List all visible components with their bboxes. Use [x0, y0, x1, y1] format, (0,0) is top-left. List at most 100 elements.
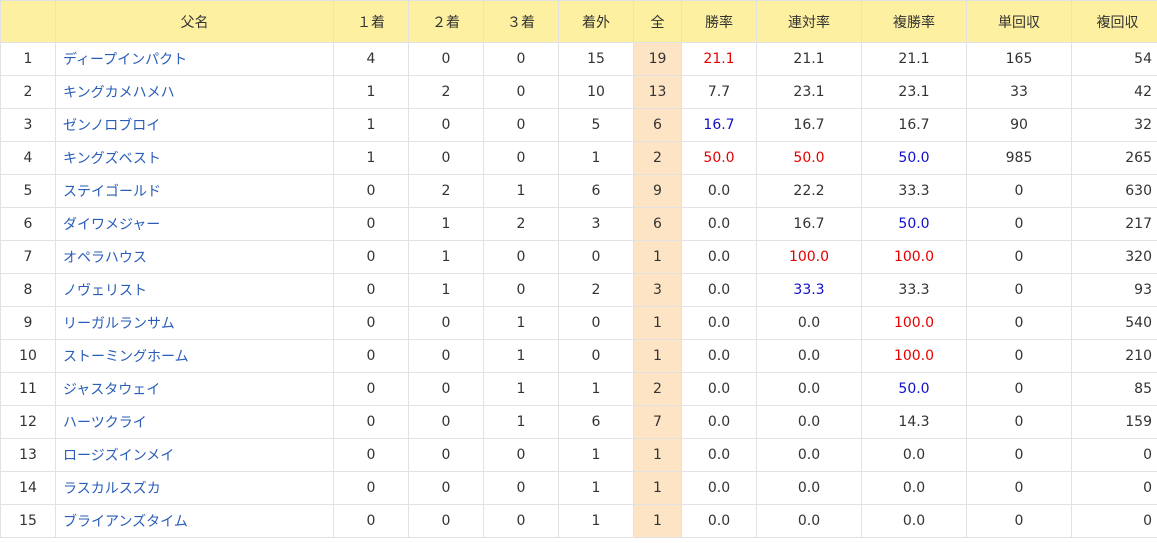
third-count-cell: 2 [483, 207, 559, 241]
sire-name-cell: オペラハウス [55, 240, 334, 274]
sire-link[interactable]: ストーミングホーム [63, 349, 189, 365]
header-quinella-rate[interactable]: 連対率 [756, 0, 862, 43]
header-show-rate[interactable]: 複勝率 [861, 0, 967, 43]
first-count-cell: 0 [333, 471, 409, 505]
show-rate-cell: 33.3 [861, 174, 967, 208]
table-row: 15 ブライアンズタイム 0 0 0 1 1 0.0 0.0 0.0 0 0 [0, 504, 1157, 538]
show-rate-cell: 16.7 [861, 108, 967, 142]
third-count-cell: 1 [483, 405, 559, 439]
out-count-cell: 3 [558, 207, 634, 241]
sire-link[interactable]: キングズベスト [63, 151, 161, 167]
sire-link[interactable]: リーガルランサム [63, 316, 175, 332]
quinella-rate-cell: 100.0 [756, 240, 862, 274]
second-count-cell: 1 [408, 273, 484, 307]
show-return-cell: 32 [1071, 108, 1157, 142]
out-count-cell: 1 [558, 471, 634, 505]
show-return-cell: 265 [1071, 141, 1157, 175]
show-rate-cell: 50.0 [861, 141, 967, 175]
header-total[interactable]: 全 [633, 0, 682, 43]
win-rate-cell: 0.0 [681, 471, 757, 505]
second-count-cell: 1 [408, 207, 484, 241]
table-row: 11 ジャスタウェイ 0 0 1 1 2 0.0 0.0 50.0 0 85 [0, 372, 1157, 406]
win-rate-cell: 0.0 [681, 372, 757, 406]
show-return-cell: 630 [1071, 174, 1157, 208]
show-return-cell: 217 [1071, 207, 1157, 241]
sire-name-cell: キングカメハメハ [55, 75, 334, 109]
rank-cell: 8 [0, 273, 56, 307]
header-show-return[interactable]: 複回収 [1071, 0, 1157, 43]
sire-link[interactable]: ブライアンズタイム [63, 514, 188, 530]
win-return-cell: 0 [966, 273, 1072, 307]
out-count-cell: 1 [558, 141, 634, 175]
win-rate-cell: 0.0 [681, 339, 757, 373]
show-rate-cell: 14.3 [861, 405, 967, 439]
rank-cell: 4 [0, 141, 56, 175]
total-count-cell: 1 [633, 438, 682, 472]
table-row: 13 ロージズインメイ 0 0 0 1 1 0.0 0.0 0.0 0 0 [0, 438, 1157, 472]
sire-link[interactable]: ジャスタウェイ [63, 382, 160, 398]
table-row: 3 ゼンノロブロイ 1 0 0 5 6 16.7 16.7 16.7 90 32 [0, 108, 1157, 142]
win-rate-cell: 0.0 [681, 504, 757, 538]
sire-link[interactable]: ゼンノロブロイ [63, 118, 160, 134]
show-rate-cell: 100.0 [861, 240, 967, 274]
show-return-cell: 42 [1071, 75, 1157, 109]
out-count-cell: 1 [558, 504, 634, 538]
header-sire-name[interactable]: 父名 [55, 0, 334, 43]
win-rate-cell: 0.0 [681, 207, 757, 241]
third-count-cell: 0 [483, 504, 559, 538]
header-third[interactable]: ３着 [483, 0, 559, 43]
total-count-cell: 2 [633, 372, 682, 406]
table-body: 1 ディープインパクト 4 0 0 15 19 21.1 21.1 21.1 165 54 2 キングカメ… [0, 42, 1157, 538]
win-rate-cell: 7.7 [681, 75, 757, 109]
out-count-cell: 0 [558, 339, 634, 373]
total-count-cell: 1 [633, 306, 682, 340]
sire-link[interactable]: ノヴェリスト [63, 283, 147, 299]
header-rank [0, 0, 56, 43]
second-count-cell: 0 [408, 405, 484, 439]
sire-name-cell: ジャスタウェイ [55, 372, 334, 406]
quinella-rate-cell: 23.1 [756, 75, 862, 109]
header-win-rate[interactable]: 勝率 [681, 0, 757, 43]
win-rate-cell: 0.0 [681, 174, 757, 208]
sire-name-cell: ストーミングホーム [55, 339, 334, 373]
header-win-return[interactable]: 単回収 [966, 0, 1072, 43]
second-count-cell: 0 [408, 141, 484, 175]
third-count-cell: 1 [483, 372, 559, 406]
win-return-cell: 0 [966, 240, 1072, 274]
sire-link[interactable]: オペラハウス [63, 250, 147, 266]
total-count-cell: 7 [633, 405, 682, 439]
show-rate-cell: 100.0 [861, 306, 967, 340]
sire-link[interactable]: ダイワメジャー [63, 217, 160, 233]
first-count-cell: 0 [333, 273, 409, 307]
header-out[interactable]: 着外 [558, 0, 634, 43]
rank-cell: 13 [0, 438, 56, 472]
first-count-cell: 0 [333, 174, 409, 208]
win-return-cell: 0 [966, 438, 1072, 472]
show-return-cell: 93 [1071, 273, 1157, 307]
first-count-cell: 0 [333, 372, 409, 406]
show-return-cell: 159 [1071, 405, 1157, 439]
out-count-cell: 10 [558, 75, 634, 109]
sire-name-cell: ブライアンズタイム [55, 504, 334, 538]
first-count-cell: 1 [333, 141, 409, 175]
sire-link[interactable]: ロージズインメイ [63, 448, 174, 464]
show-rate-cell: 23.1 [861, 75, 967, 109]
show-rate-cell: 50.0 [861, 207, 967, 241]
out-count-cell: 0 [558, 240, 634, 274]
third-count-cell: 0 [483, 240, 559, 274]
sire-link[interactable]: ディープインパクト [63, 52, 187, 68]
win-rate-cell: 0.0 [681, 273, 757, 307]
sire-link[interactable]: キングカメハメハ [63, 85, 175, 101]
sire-link[interactable]: ハーツクライ [63, 415, 147, 431]
first-count-cell: 0 [333, 504, 409, 538]
total-count-cell: 3 [633, 273, 682, 307]
sire-name-cell: ノヴェリスト [55, 273, 334, 307]
sire-link[interactable]: ステイゴールド [63, 184, 161, 200]
header-first[interactable]: １着 [333, 0, 409, 43]
show-rate-cell: 0.0 [861, 504, 967, 538]
table-row: 12 ハーツクライ 0 0 1 6 7 0.0 0.0 14.3 0 159 [0, 405, 1157, 439]
header-second[interactable]: ２着 [408, 0, 484, 43]
sire-link[interactable]: ラスカルスズカ [63, 481, 161, 497]
show-rate-cell: 0.0 [861, 438, 967, 472]
show-return-cell: 210 [1071, 339, 1157, 373]
